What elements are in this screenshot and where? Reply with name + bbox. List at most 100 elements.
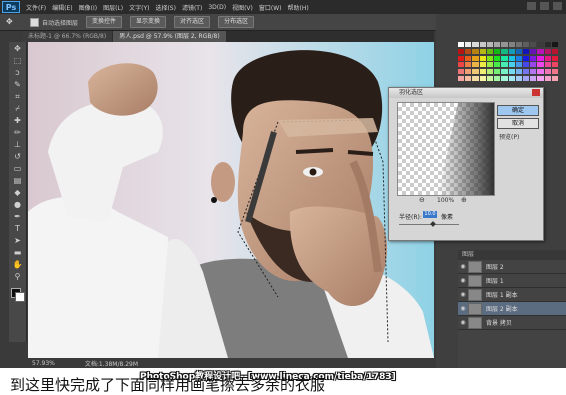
eyedropper-icon[interactable]: ⌿ xyxy=(11,103,24,114)
quick-select-icon[interactable]: ✎ xyxy=(11,79,24,90)
color-swatch[interactable] xyxy=(465,55,472,61)
path-select-icon[interactable]: ➤ xyxy=(11,235,24,246)
color-swatch[interactable] xyxy=(537,62,544,68)
color-swatch[interactable] xyxy=(530,42,537,47)
color-swatch[interactable] xyxy=(479,55,486,61)
blur-icon[interactable]: ◆ xyxy=(11,187,24,198)
transform-controls-button[interactable]: 变换控件 xyxy=(86,16,123,28)
color-swatch[interactable] xyxy=(472,55,479,61)
gradient-icon[interactable]: ▤ xyxy=(11,175,24,186)
color-swatch[interactable] xyxy=(486,69,494,75)
color-swatch[interactable] xyxy=(486,76,494,82)
layer-row[interactable]: ◉ 背景 拷贝 xyxy=(458,316,566,330)
radius-slider-track[interactable] xyxy=(399,224,459,225)
minimize-icon[interactable] xyxy=(527,2,536,10)
color-swatch[interactable] xyxy=(551,48,558,54)
color-swatch[interactable] xyxy=(544,69,551,75)
zoom-in-icon[interactable]: ⊕ xyxy=(461,196,467,204)
eye-icon[interactable]: ◉ xyxy=(458,319,468,326)
background-color-swatch[interactable] xyxy=(15,292,25,302)
pen-icon[interactable]: ✒ xyxy=(11,211,24,222)
color-swatch[interactable] xyxy=(551,69,558,75)
color-swatch[interactable] xyxy=(494,62,501,68)
color-swatch[interactable] xyxy=(458,76,465,82)
color-swatch[interactable] xyxy=(537,55,544,61)
color-swatch[interactable] xyxy=(551,62,558,68)
color-swatch[interactable] xyxy=(515,69,522,75)
radius-slider-knob[interactable] xyxy=(430,221,436,227)
crop-icon[interactable]: ⌗ xyxy=(11,91,24,102)
lasso-icon[interactable]: ↄ xyxy=(11,67,24,78)
color-swatch[interactable] xyxy=(522,55,530,61)
color-swatch[interactable] xyxy=(508,42,515,47)
color-swatch[interactable] xyxy=(501,76,508,82)
color-swatch[interactable] xyxy=(472,62,479,68)
eye-icon[interactable]: ◉ xyxy=(458,263,468,270)
layer-row[interactable]: ◉ 图层 1 副本 xyxy=(458,288,566,302)
cancel-button[interactable]: 取消 xyxy=(497,118,539,129)
color-swatch[interactable] xyxy=(494,69,501,75)
color-swatch[interactable] xyxy=(494,48,501,54)
color-swatch[interactable] xyxy=(508,55,515,61)
color-swatch[interactable] xyxy=(458,42,465,47)
color-swatch[interactable] xyxy=(472,69,479,75)
color-swatch[interactable] xyxy=(515,42,522,47)
dialog-preview-area[interactable] xyxy=(397,102,495,196)
color-swatch[interactable] xyxy=(465,62,472,68)
color-swatch[interactable] xyxy=(508,62,515,68)
color-swatch[interactable] xyxy=(515,76,522,82)
color-swatch[interactable] xyxy=(486,62,494,68)
swatches-panel[interactable] xyxy=(458,42,558,82)
color-swatch[interactable] xyxy=(544,55,551,61)
color-swatch[interactable] xyxy=(551,42,558,47)
clone-stamp-icon[interactable]: ⊥ xyxy=(11,139,24,150)
color-swatch[interactable] xyxy=(501,55,508,61)
show-transform-button[interactable]: 显示变换 xyxy=(130,16,167,28)
color-swatch[interactable] xyxy=(465,76,472,82)
color-swatch[interactable] xyxy=(515,48,522,54)
color-swatch[interactable] xyxy=(501,69,508,75)
color-swatch[interactable] xyxy=(508,76,515,82)
type-icon[interactable]: T xyxy=(11,223,24,234)
history-brush-icon[interactable]: ↺ xyxy=(11,151,24,162)
dodge-icon[interactable]: ● xyxy=(11,199,24,210)
color-swatch[interactable] xyxy=(508,48,515,54)
layer-row[interactable]: ◉ 图层 1 xyxy=(458,274,566,288)
maximize-icon[interactable] xyxy=(540,2,549,10)
color-swatch[interactable] xyxy=(537,42,544,47)
color-swatch[interactable] xyxy=(472,48,479,54)
color-swatch[interactable] xyxy=(465,42,472,47)
color-swatch[interactable] xyxy=(522,48,530,54)
menu-layer[interactable]: 图层(L) xyxy=(103,3,123,12)
color-swatch[interactable] xyxy=(479,42,486,47)
color-swatch[interactable] xyxy=(472,42,479,47)
color-swatch[interactable] xyxy=(530,48,537,54)
eraser-icon[interactable]: ▭ xyxy=(11,163,24,174)
eye-icon[interactable]: ◉ xyxy=(458,277,468,284)
brush-icon[interactable]: ✏ xyxy=(11,127,24,138)
menu-help[interactable]: 帮助(H) xyxy=(288,3,309,12)
marquee-icon[interactable]: ⬚ xyxy=(11,55,24,66)
color-swatch[interactable] xyxy=(544,42,551,47)
color-swatch[interactable] xyxy=(486,48,494,54)
color-swatch[interactable] xyxy=(537,48,544,54)
color-swatch[interactable] xyxy=(522,42,530,47)
shape-icon[interactable]: ▬ xyxy=(11,247,24,258)
color-swatch[interactable] xyxy=(551,55,558,61)
tab-untitled[interactable]: 未标题-1 @ 66.7% (RGB/8) xyxy=(22,31,113,42)
tab-man-psd[interactable]: 男人.psd @ 57.9% (图层 2, RGB/8) xyxy=(113,31,226,42)
menu-image[interactable]: 图像(I) xyxy=(79,3,97,12)
color-swatch[interactable] xyxy=(530,76,537,82)
color-swatch[interactable] xyxy=(458,55,465,61)
layer-row-active[interactable]: ◉ 图层 2 副本 xyxy=(458,302,566,316)
preview-checkbox-label[interactable]: 预览(P) xyxy=(499,132,519,141)
color-swatch[interactable] xyxy=(458,69,465,75)
menu-edit[interactable]: 编辑(E) xyxy=(52,3,72,12)
healing-icon[interactable]: ✚ xyxy=(11,115,24,126)
color-swatch[interactable] xyxy=(530,62,537,68)
color-swatch[interactable] xyxy=(530,69,537,75)
color-swatch[interactable] xyxy=(458,62,465,68)
color-swatch[interactable] xyxy=(486,55,494,61)
close-icon[interactable] xyxy=(532,89,540,96)
color-swatch[interactable] xyxy=(479,69,486,75)
